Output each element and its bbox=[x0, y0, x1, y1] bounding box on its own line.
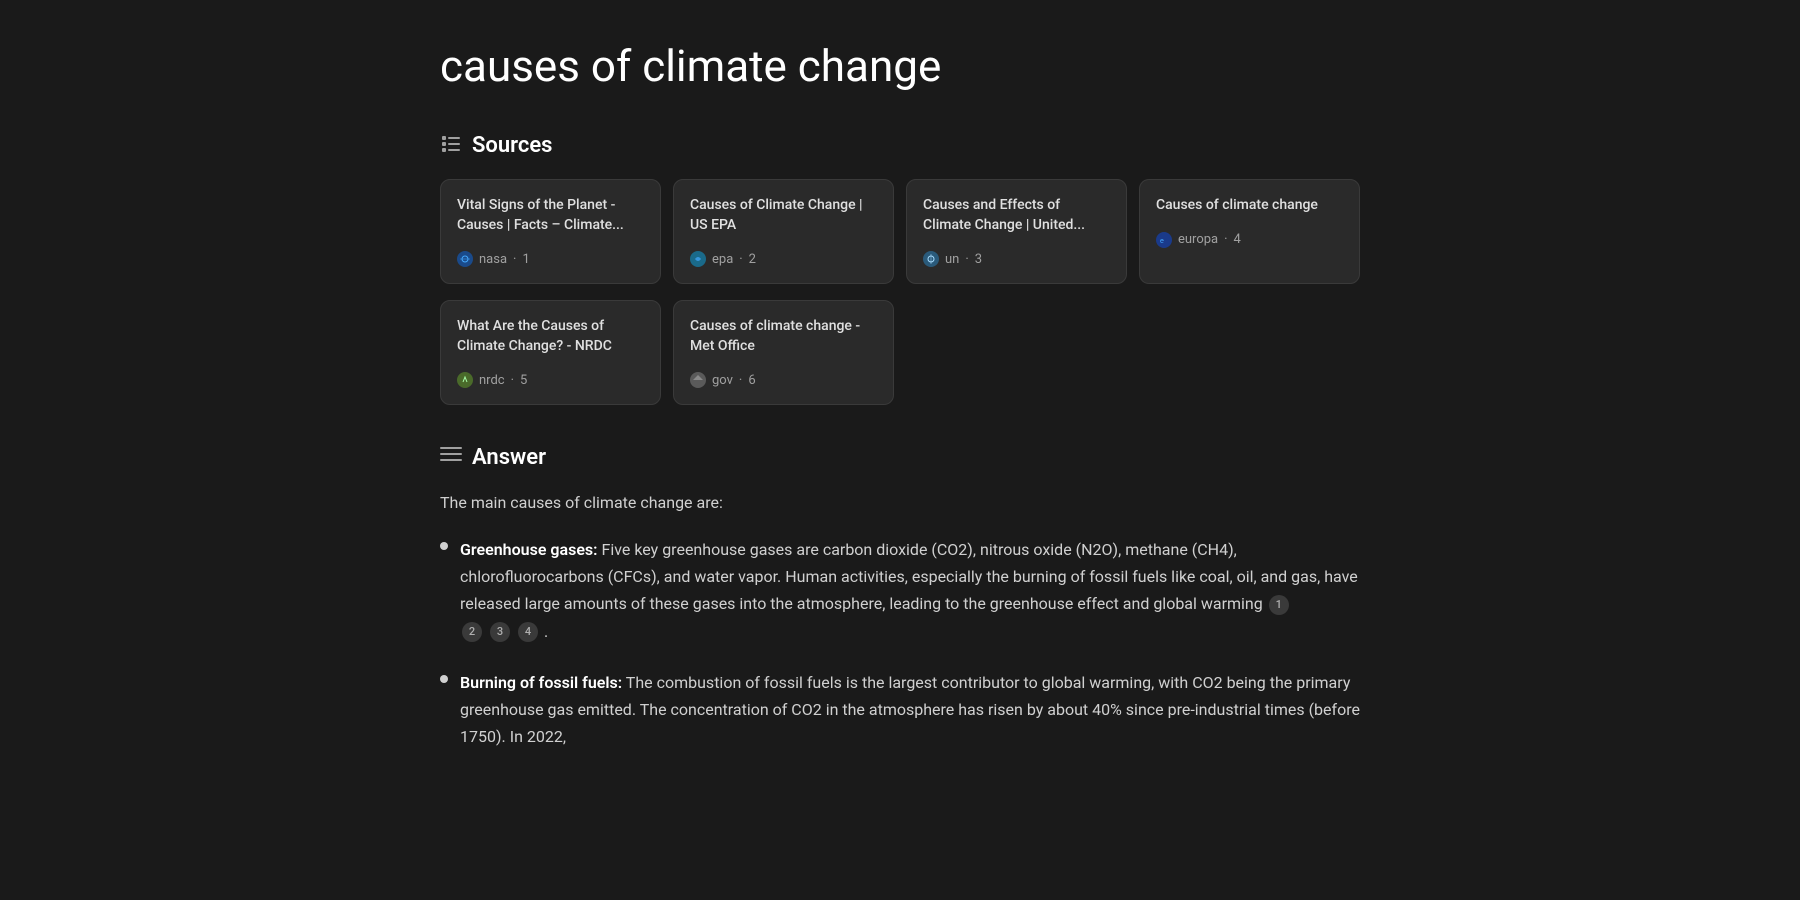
source-card-empty-2 bbox=[1139, 300, 1360, 405]
source-dot-nasa: · bbox=[513, 252, 516, 267]
citations-inline-1: 2 3 4 bbox=[460, 622, 540, 642]
source-number-epa: 2 bbox=[749, 252, 756, 267]
source-card-empty-1 bbox=[906, 300, 1127, 405]
answer-icon bbox=[440, 446, 462, 469]
source-dot-epa: · bbox=[739, 252, 742, 267]
source-number-europa: 4 bbox=[1234, 232, 1241, 247]
answer-term-2: Burning of fossil fuels: bbox=[460, 673, 622, 692]
source-card-title-nasa: Vital Signs of the Planet - Causes | Fac… bbox=[457, 196, 644, 235]
citation-badge-2[interactable]: 2 bbox=[462, 622, 482, 642]
source-number-un: 3 bbox=[975, 252, 982, 267]
page-title: causes of climate change bbox=[440, 40, 1360, 92]
source-domain-gov: gov bbox=[712, 373, 733, 388]
answer-section: Answer The main causes of climate change… bbox=[440, 445, 1360, 750]
source-card-title-un: Causes and Effects of Climate Change | U… bbox=[923, 196, 1110, 235]
source-card-title-epa: Causes of Climate Change | US EPA bbox=[690, 196, 877, 235]
source-card-gov[interactable]: Causes of climate change - Met Office go… bbox=[673, 300, 894, 405]
svg-text:e: e bbox=[1160, 238, 1164, 245]
source-card-footer-epa: epa · 2 bbox=[690, 251, 877, 267]
answer-list-item-1: Greenhouse gases: Five key greenhouse ga… bbox=[440, 536, 1360, 645]
source-card-europa[interactable]: Causes of climate change e europa · 4 bbox=[1139, 179, 1360, 284]
source-number-nasa: 1 bbox=[522, 252, 529, 267]
answer-intro: The main causes of climate change are: bbox=[440, 490, 1360, 516]
citation-badge-3[interactable]: 3 bbox=[490, 622, 510, 642]
sources-grid-row2: What Are the Causes of Climate Change? -… bbox=[440, 300, 1360, 405]
bullet-1 bbox=[440, 542, 448, 550]
source-card-un[interactable]: Causes and Effects of Climate Change | U… bbox=[906, 179, 1127, 284]
answer-list: Greenhouse gases: Five key greenhouse ga… bbox=[440, 536, 1360, 750]
answer-section-title: Answer bbox=[472, 445, 546, 470]
citation-badge-4[interactable]: 4 bbox=[518, 622, 538, 642]
source-card-nasa[interactable]: Vital Signs of the Planet - Causes | Fac… bbox=[440, 179, 661, 284]
source-card-footer-europa: e europa · 4 bbox=[1156, 232, 1343, 248]
source-domain-nrdc: nrdc bbox=[479, 373, 505, 388]
period-1: . bbox=[544, 622, 548, 641]
source-dot-nrdc: · bbox=[511, 373, 514, 388]
source-domain-epa: epa bbox=[712, 252, 733, 267]
source-card-footer-gov: gov · 6 bbox=[690, 372, 877, 388]
source-dot-gov: · bbox=[739, 373, 742, 388]
source-dot-un: · bbox=[965, 252, 968, 267]
source-number-gov: 6 bbox=[748, 373, 755, 388]
answer-list-item-2: Burning of fossil fuels: The combustion … bbox=[440, 669, 1360, 751]
source-card-title-nrdc: What Are the Causes of Climate Change? -… bbox=[457, 317, 644, 356]
source-card-title-gov: Causes of climate change - Met Office bbox=[690, 317, 877, 356]
answer-text-2: Burning of fossil fuels: The combustion … bbox=[460, 669, 1360, 751]
favicon-un bbox=[923, 251, 939, 267]
citation-badge-1[interactable]: 1 bbox=[1269, 595, 1289, 615]
main-content: causes of climate change Sources Vital S… bbox=[400, 0, 1400, 814]
source-domain-europa: europa bbox=[1178, 232, 1218, 247]
favicon-europa: e bbox=[1156, 232, 1172, 248]
bullet-2 bbox=[440, 675, 448, 683]
sources-section-title: Sources bbox=[472, 133, 553, 158]
sources-grid-row1: Vital Signs of the Planet - Causes | Fac… bbox=[440, 179, 1360, 284]
answer-term-1: Greenhouse gases: bbox=[460, 540, 598, 559]
source-domain-un: un bbox=[945, 252, 959, 267]
sources-section-header: Sources bbox=[440, 132, 1360, 159]
sources-icon bbox=[440, 132, 462, 159]
source-card-epa[interactable]: Causes of Climate Change | US EPA epa · … bbox=[673, 179, 894, 284]
source-card-title-europa: Causes of climate change bbox=[1156, 196, 1343, 216]
answer-text-1: Greenhouse gases: Five key greenhouse ga… bbox=[460, 536, 1360, 645]
favicon-nasa bbox=[457, 251, 473, 267]
source-dot-europa: · bbox=[1224, 232, 1227, 247]
source-card-footer-nrdc: nrdc · 5 bbox=[457, 372, 644, 388]
source-number-nrdc: 5 bbox=[520, 373, 527, 388]
favicon-epa bbox=[690, 251, 706, 267]
answer-section-header: Answer bbox=[440, 445, 1360, 470]
source-card-footer-un: un · 3 bbox=[923, 251, 1110, 267]
favicon-nrdc bbox=[457, 372, 473, 388]
source-card-nrdc[interactable]: What Are the Causes of Climate Change? -… bbox=[440, 300, 661, 405]
source-card-footer-nasa: nasa · 1 bbox=[457, 251, 644, 267]
source-domain-nasa: nasa bbox=[479, 252, 507, 267]
favicon-gov bbox=[690, 372, 706, 388]
